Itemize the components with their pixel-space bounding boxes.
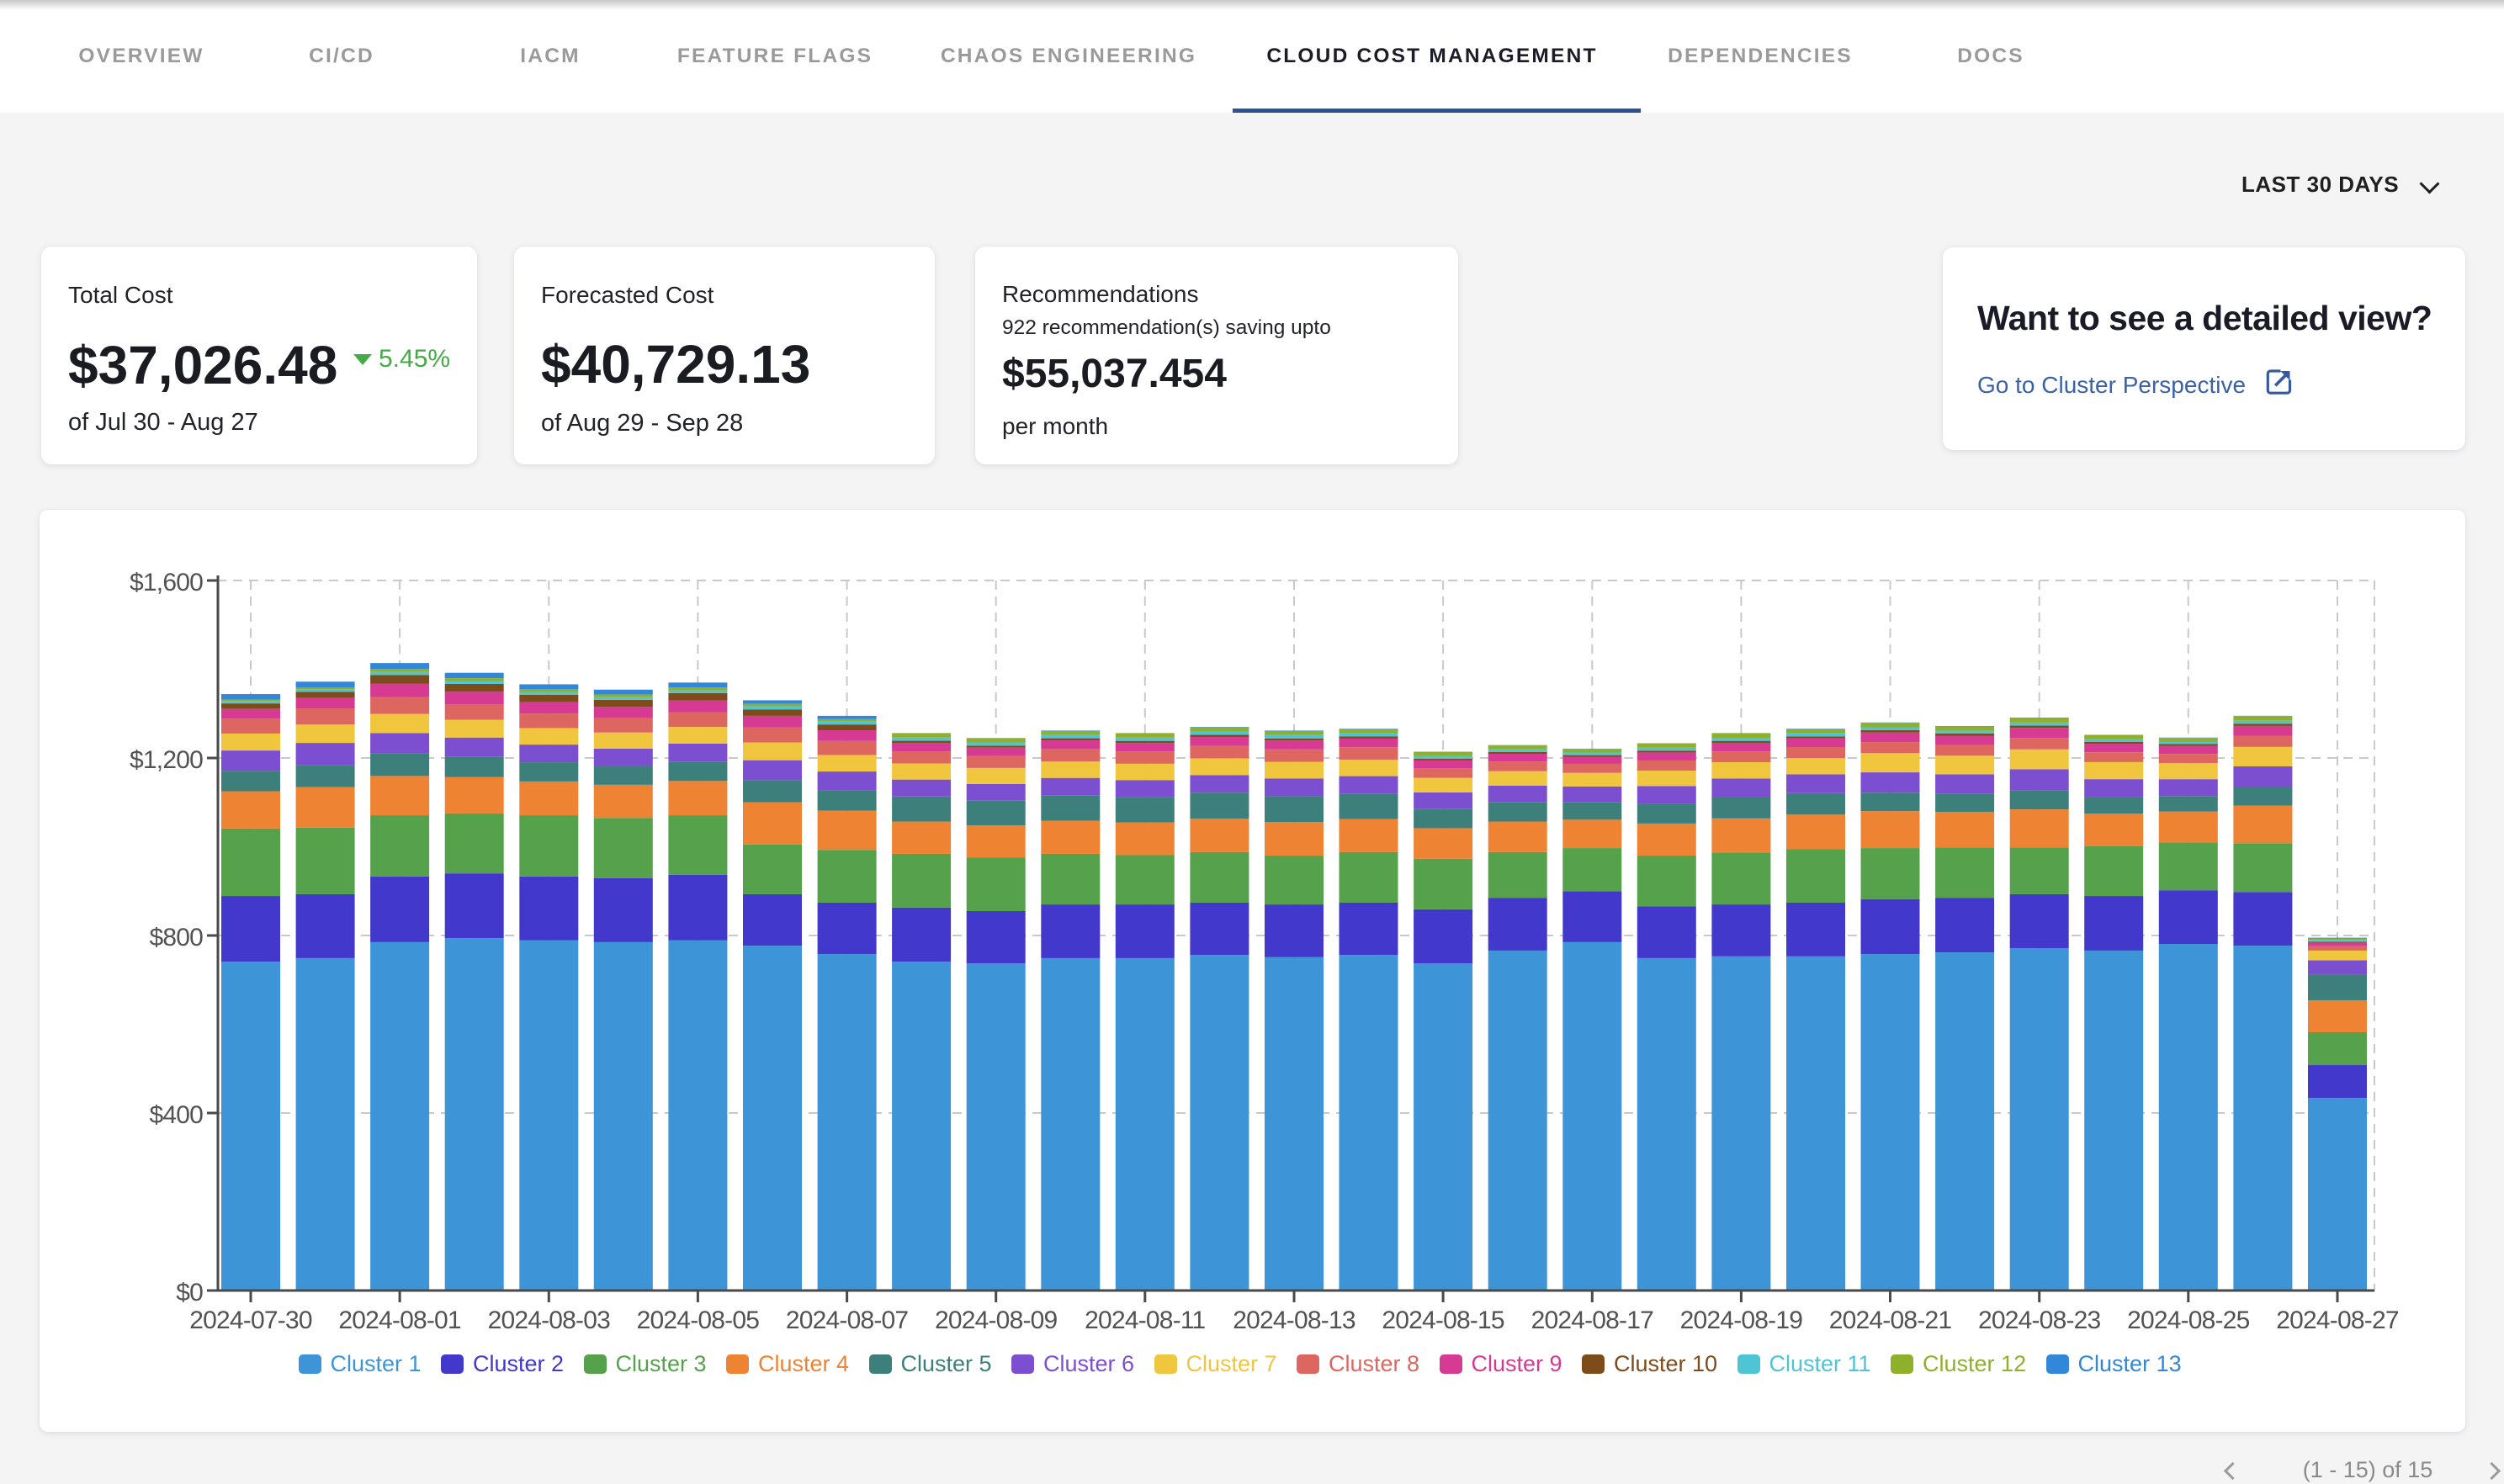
svg-text:2024-08-15: 2024-08-15 xyxy=(1382,1306,1504,1334)
svg-text:$400: $400 xyxy=(149,1101,203,1129)
svg-text:2024-07-30: 2024-07-30 xyxy=(189,1306,312,1334)
svg-text:2024-08-17: 2024-08-17 xyxy=(1531,1306,1654,1334)
svg-text:2024-08-03: 2024-08-03 xyxy=(488,1306,611,1334)
svg-text:2024-08-11: 2024-08-11 xyxy=(1085,1306,1205,1334)
svg-text:$800: $800 xyxy=(149,924,203,951)
svg-text:2024-08-23: 2024-08-23 xyxy=(1978,1306,2101,1334)
svg-text:2024-08-13: 2024-08-13 xyxy=(1233,1306,1355,1334)
svg-text:2024-08-07: 2024-08-07 xyxy=(786,1306,909,1334)
svg-text:$0: $0 xyxy=(176,1279,203,1306)
svg-text:2024-08-05: 2024-08-05 xyxy=(637,1306,760,1334)
svg-text:$1,200: $1,200 xyxy=(130,746,203,774)
svg-text:$1,600: $1,600 xyxy=(130,569,203,596)
svg-text:2024-08-09: 2024-08-09 xyxy=(935,1306,1058,1334)
svg-text:2024-08-25: 2024-08-25 xyxy=(2127,1306,2250,1334)
svg-text:2024-08-19: 2024-08-19 xyxy=(1680,1306,1803,1334)
svg-text:2024-08-21: 2024-08-21 xyxy=(1829,1306,1952,1334)
svg-text:2024-08-01: 2024-08-01 xyxy=(338,1306,461,1334)
svg-text:2024-08-27: 2024-08-27 xyxy=(2276,1306,2399,1334)
